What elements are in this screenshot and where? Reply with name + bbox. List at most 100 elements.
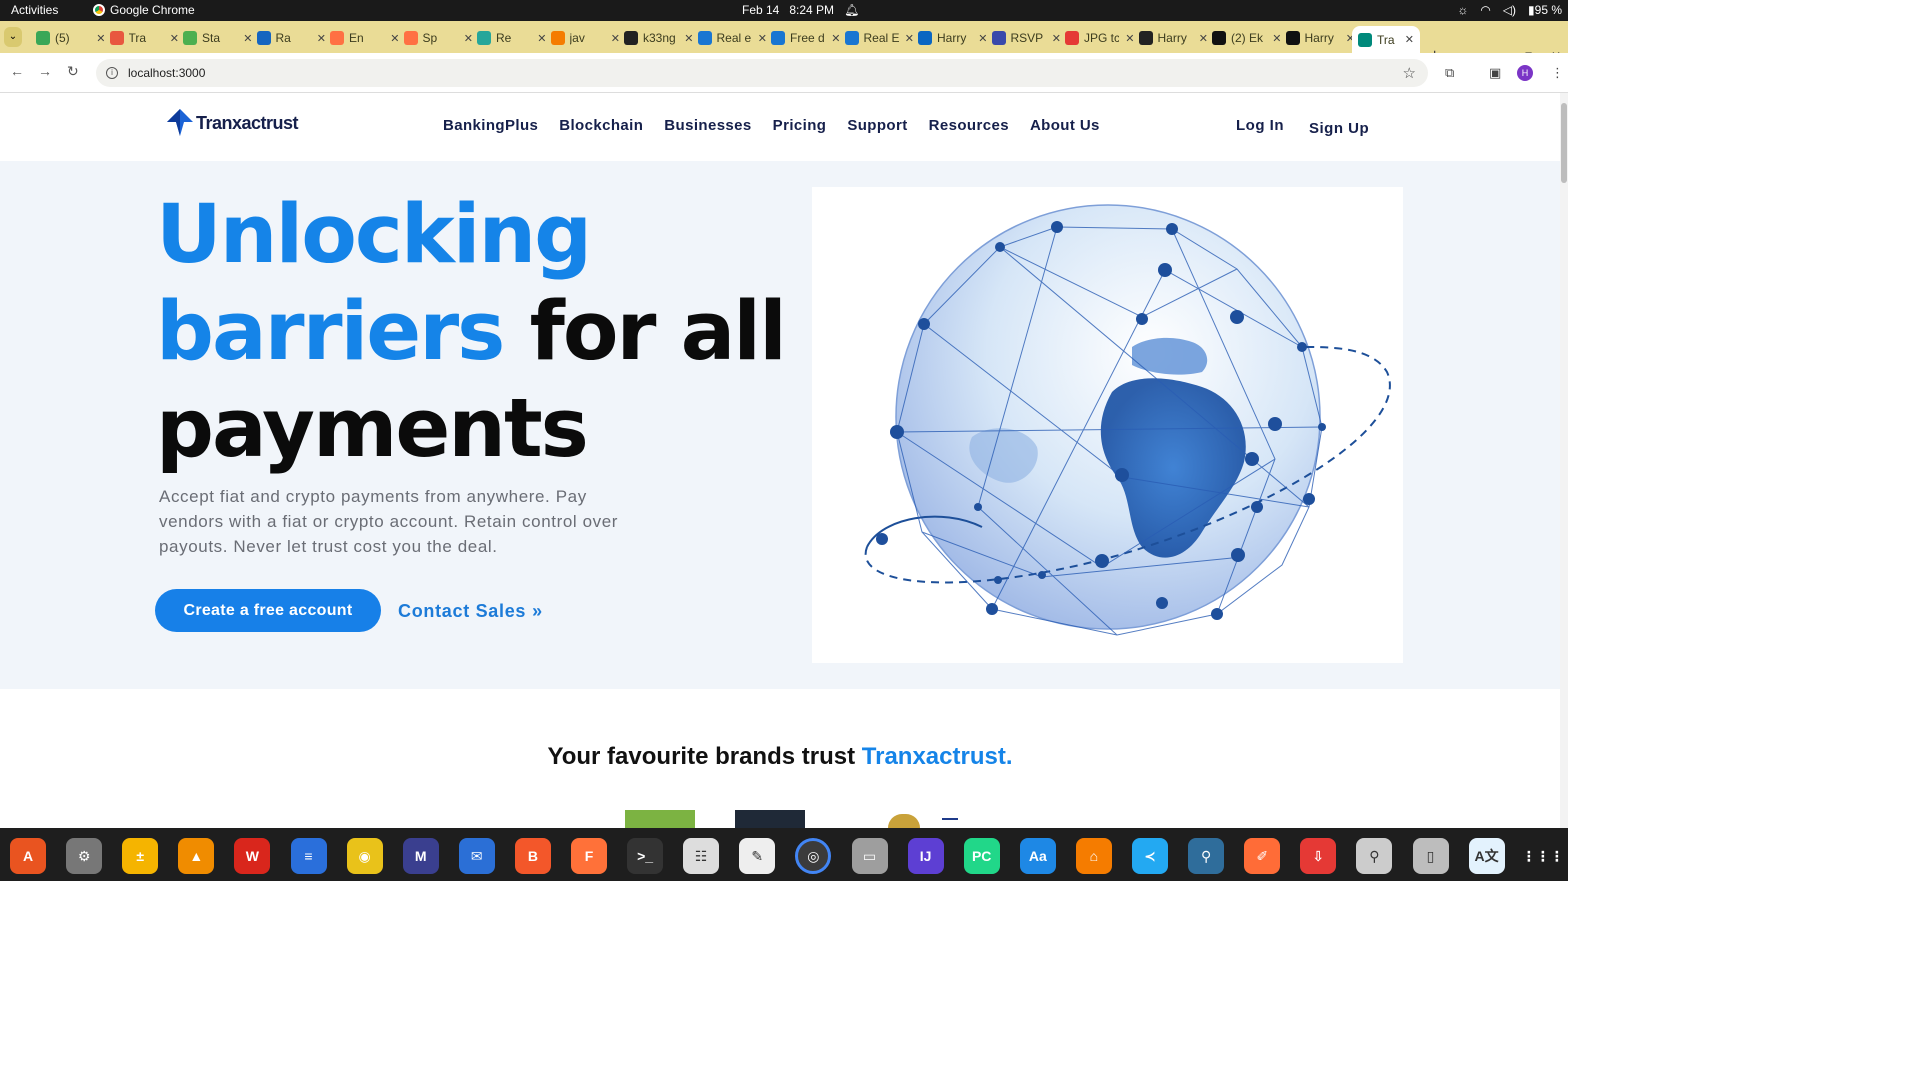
tab[interactable]: Harry ✕ <box>918 26 988 50</box>
menu-item-blockchain[interactable]: Blockchain <box>559 117 643 134</box>
tab-close-icon[interactable]: ✕ <box>684 32 693 45</box>
dock-wps-writer-icon[interactable]: W <box>234 838 271 874</box>
create-account-button[interactable]: Create a free account <box>155 589 381 632</box>
tab-favicon-icon <box>1065 31 1079 45</box>
dock-translate-icon[interactable]: A文 <box>1468 838 1505 874</box>
dock-network-app-icon[interactable]: ⌂ <box>1075 838 1112 874</box>
globe-network-image <box>864 204 1391 636</box>
menu-item-resources[interactable]: Resources <box>929 117 1009 134</box>
dock-dictionary-icon[interactable]: Aa <box>1019 838 1056 874</box>
dock-settings-icon[interactable]: ⚙ <box>66 838 103 874</box>
tab-close-icon[interactable]: ✕ <box>905 32 914 45</box>
tab-close-icon[interactable]: ✕ <box>1052 32 1061 45</box>
tab[interactable]: Sta ✕ <box>183 26 253 50</box>
tab[interactable]: Tra ✕ <box>109 26 179 50</box>
menu-item-about-us[interactable]: About Us <box>1030 117 1100 134</box>
scrollbar-thumb[interactable] <box>1561 103 1567 183</box>
system-tray[interactable]: ☼ ◠ ◁) ▮95 % <box>1457 3 1562 17</box>
tab[interactable]: (5) ✕ <box>36 26 106 50</box>
dock-archive-icon[interactable]: ▯ <box>1412 838 1449 874</box>
dock-downloader-icon[interactable]: ⇩ <box>1300 838 1337 874</box>
tab[interactable]: Real E ✕ <box>844 26 914 50</box>
reload-button[interactable]: ↻ <box>67 63 79 80</box>
dock-brave-icon[interactable]: B <box>514 838 551 874</box>
address-bar[interactable]: i localhost:3000 ☆ <box>96 59 1428 87</box>
dock-vscode-icon[interactable]: ≺ <box>1132 838 1168 874</box>
activities-button[interactable]: Activities <box>11 3 58 17</box>
page-scrollbar[interactable] <box>1560 93 1568 828</box>
dock-firefox-icon[interactable]: F <box>571 838 607 874</box>
tab[interactable]: Ra ✕ <box>256 26 326 50</box>
dock-search-icon[interactable]: ⚲ <box>1356 838 1393 874</box>
back-button[interactable]: ← <box>10 63 24 79</box>
dock-text-editor-icon[interactable]: ✎ <box>739 838 776 874</box>
dock-rhythmbox-icon[interactable]: ◉ <box>346 838 383 874</box>
dock-intellij-icon[interactable]: IJ <box>907 838 944 874</box>
tab-close-icon[interactable]: ✕ <box>978 32 987 45</box>
tab-close-icon[interactable]: ✕ <box>243 32 252 45</box>
tab-close-icon[interactable]: ✕ <box>390 32 399 45</box>
chrome-menu-icon[interactable]: ⋮ <box>1551 65 1564 81</box>
site-info-icon[interactable]: i <box>106 67 118 79</box>
tab[interactable]: JPG tc ✕ <box>1065 26 1135 50</box>
system-clock[interactable]: Feb 14 8:24 PM 🔔︎ <box>742 3 859 17</box>
dock-mail-icon[interactable]: M <box>402 838 439 874</box>
tab-close-icon[interactable]: ✕ <box>831 32 840 45</box>
tab-search-button[interactable]: ⌄ <box>4 27 22 47</box>
profile-avatar[interactable]: H <box>1517 65 1533 81</box>
tab[interactable]: RSVP ✕ <box>991 26 1061 50</box>
tab-close-icon[interactable]: ✕ <box>96 32 105 45</box>
tab-close-icon[interactable]: ✕ <box>758 32 767 45</box>
menu-item-businesses[interactable]: Businesses <box>664 117 751 134</box>
menu-item-pricing[interactable]: Pricing <box>773 117 827 134</box>
tab-close-icon[interactable]: ✕ <box>1405 33 1414 46</box>
dock-app-center-icon[interactable]: A <box>10 838 46 874</box>
browser-toolbar: ← → ↻ i localhost:3000 ☆ ⧉ ▣ H ⋮ <box>0 53 1568 93</box>
hero-section: Unlocking barriers for all payments Acce… <box>0 161 1560 689</box>
tab[interactable]: Free d ✕ <box>771 26 841 50</box>
tab[interactable]: Sp ✕ <box>403 26 473 50</box>
tab[interactable]: Harry ✕ <box>1138 26 1208 50</box>
dock-show-apps-icon[interactable]: ⋮⋮⋮ <box>1522 838 1564 874</box>
tab-close-icon[interactable]: ✕ <box>1199 32 1208 45</box>
dock-postman-icon[interactable]: ✐ <box>1244 838 1281 874</box>
dock-files-icon[interactable]: ▭ <box>851 838 888 874</box>
tab-close-icon[interactable]: ✕ <box>537 32 546 45</box>
tab-close-icon[interactable]: ✕ <box>464 32 473 45</box>
dock-terminal-icon[interactable]: >_ <box>627 838 664 874</box>
bookmark-star-icon[interactable]: ☆ <box>1403 64 1416 82</box>
tab-close-icon[interactable]: ✕ <box>611 32 620 45</box>
dock-vlc-icon[interactable]: ▲ <box>178 838 215 874</box>
tab[interactable]: (2) Ek ✕ <box>1212 26 1282 50</box>
site-logo[interactable]: Tranxactrust <box>166 109 299 137</box>
dock-mysql-workbench-icon[interactable]: ⚲ <box>1188 838 1225 874</box>
tab[interactable]: k33ng ✕ <box>624 26 694 50</box>
tab-close-icon[interactable]: ✕ <box>1125 32 1134 45</box>
dock-document-viewer-icon[interactable]: ☷ <box>683 838 720 874</box>
dock-pycharm-icon[interactable]: PC <box>963 838 1000 874</box>
signup-link[interactable]: Sign Up <box>1309 120 1369 137</box>
dock-text-document-icon[interactable]: ≡ <box>290 838 327 874</box>
tab[interactable]: Harry ✕ <box>1285 26 1355 50</box>
tab[interactable]: En ✕ <box>330 26 400 50</box>
tab-favicon-icon <box>256 31 271 45</box>
tab[interactable]: Re ✕ <box>477 26 547 50</box>
dock-chrome-icon[interactable]: ◎ <box>795 838 832 874</box>
login-link[interactable]: Log In <box>1236 117 1284 134</box>
tab[interactable]: jav ✕ <box>550 26 620 50</box>
url-text[interactable]: localhost:3000 <box>128 66 205 80</box>
dock-thunderbird-icon[interactable]: ✉ <box>458 838 495 874</box>
tab-close-icon[interactable]: ✕ <box>317 32 326 45</box>
extensions-icon[interactable]: ⧉ <box>1445 65 1454 81</box>
side-panel-icon[interactable]: ▣ <box>1489 65 1501 81</box>
tab-active[interactable]: Tra ✕ <box>1352 26 1420 53</box>
active-app-indicator[interactable]: Google Chrome <box>93 3 195 17</box>
tab-close-icon[interactable]: ✕ <box>170 32 179 45</box>
tab-close-icon[interactable]: ✕ <box>1272 32 1281 45</box>
dock-calculator-icon[interactable]: ± <box>122 838 159 874</box>
menu-item-support[interactable]: Support <box>847 117 907 134</box>
menu-item-bankingplus[interactable]: BankingPlus <box>443 117 538 134</box>
forward-button[interactable]: → <box>38 63 52 79</box>
tab[interactable]: Real e ✕ <box>697 26 767 50</box>
contact-sales-link[interactable]: Contact Sales » <box>398 601 543 622</box>
